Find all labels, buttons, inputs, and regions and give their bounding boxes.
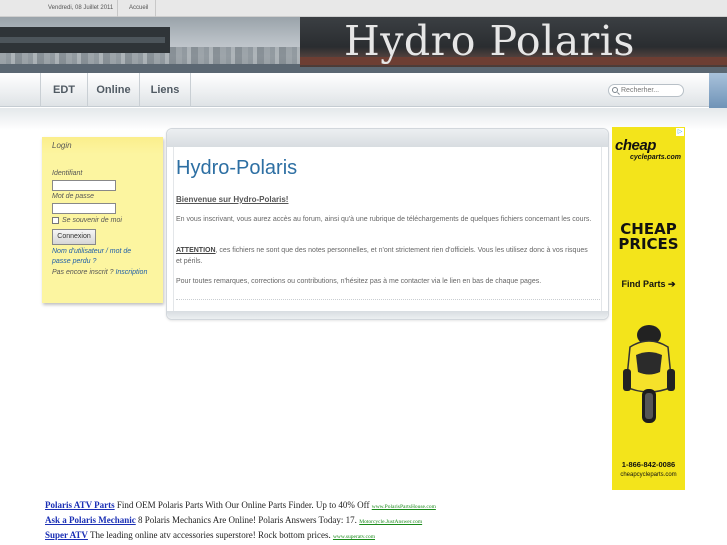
panel-top [167,129,608,147]
password-label: Mot de passe [52,193,95,200]
search-icon [612,87,618,93]
ad-cta[interactable]: Find Parts ➔ [612,279,685,290]
article-title: Hydro-Polaris [176,157,298,179]
nav-item-online[interactable]: Online [88,73,140,107]
ad-link-url[interactable]: www.superatv.com [333,534,375,540]
nav-item-liens[interactable]: Liens [140,73,191,107]
ad-link-row: Polaris ATV Parts Find OEM Polaris Parts… [45,500,485,515]
remember-label: Se souvenir de moi [62,217,122,224]
ad-link-title[interactable]: Ask a Polaris Mechanic [45,515,136,525]
ad-phone: 1-866-842-0086 [621,460,676,469]
side-advertisement[interactable]: ▷ cheap cycleparts.com CHEAP PRICES Find… [612,127,685,490]
username-label: Identifiant [52,170,83,177]
ad-headline: CHEAP PRICES [612,222,685,252]
ad-logo: cheap [615,137,656,154]
login-button[interactable]: Connexion [52,229,96,245]
banner-ship-deck [0,37,165,43]
nav-item-edt[interactable]: EDT [40,73,88,107]
ad-headline-line-2: PRICES [618,235,679,253]
ad-link-title[interactable]: Super ATV [45,530,88,540]
ad-link-title[interactable]: Polaris ATV Parts [45,500,115,510]
intro-paragraph: En vous inscrivant, vous aurez accès au … [176,216,592,223]
nav-edge [709,73,727,108]
ad-link-text: The leading online atv accessories super… [87,530,333,540]
attention-text: , ces fichiers ne sont que des notes per… [176,247,588,265]
attention-paragraph: ATTENTION, ces fichiers ne sont que des … [176,245,594,267]
username-field[interactable] [52,180,116,191]
login-panel: Login Identifiant Mot de passe Se souven… [42,137,163,303]
ad-choices-icon[interactable]: ▷ [676,128,684,136]
login-title: Login [42,137,163,154]
current-date: Vendredi, 08 Juillet 2011 [48,5,114,11]
ad-link-text: 8 Polaris Mechanics Are Online! Polaris … [135,515,360,525]
welcome-heading: Bienvenue sur Hydro-Polaris! [176,195,289,204]
ad-link-text: Find OEM Polaris Parts With Our Online P… [114,500,372,510]
remember-checkbox[interactable] [52,217,59,224]
panel-bottom [167,311,608,319]
ad-link-url[interactable]: Motorcycle.JustAnswer.com [359,519,422,525]
dotted-divider [176,299,600,300]
ad-site: cheapcycleparts.com [620,472,677,478]
ad-logo-sub: cycleparts.com [630,154,681,161]
home-link[interactable]: Accueil [129,5,148,11]
attention-label: ATTENTION [176,247,216,254]
top-bar: Vendredi, 08 Juillet 2011 Accueil [0,0,727,17]
search-input[interactable]: Recherher... [608,84,684,97]
divider [155,0,156,17]
ad-link-row: Super ATV The leading online atv accesso… [45,530,485,545]
register-link[interactable]: Inscription [115,269,147,276]
divider [117,0,118,17]
ad-link-url[interactable]: www.PolarisPartsHouse.com [372,504,436,510]
site-title[interactable]: Hydro Polaris [344,17,635,65]
password-field[interactable] [52,203,116,214]
register-prompt: Pas encore inscrit ? Inscription [52,269,147,276]
article-panel: Hydro-Polaris Bienvenue sur Hydro-Polari… [166,128,609,320]
contact-paragraph: Pour toutes remarques, corrections ou co… [176,278,542,285]
header-banner: Hydro Polaris [0,17,727,73]
ad-link-row: Ask a Polaris Mechanic 8 Polaris Mechani… [45,515,485,530]
forgot-password-link[interactable]: Nom d'utilisateur / mot de passe perdu ? [52,247,147,267]
register-text: Pas encore inscrit ? [52,269,114,276]
ad-links: Polaris ATV Parts Find OEM Polaris Parts… [45,500,485,545]
motorcycle-icon [623,325,675,423]
